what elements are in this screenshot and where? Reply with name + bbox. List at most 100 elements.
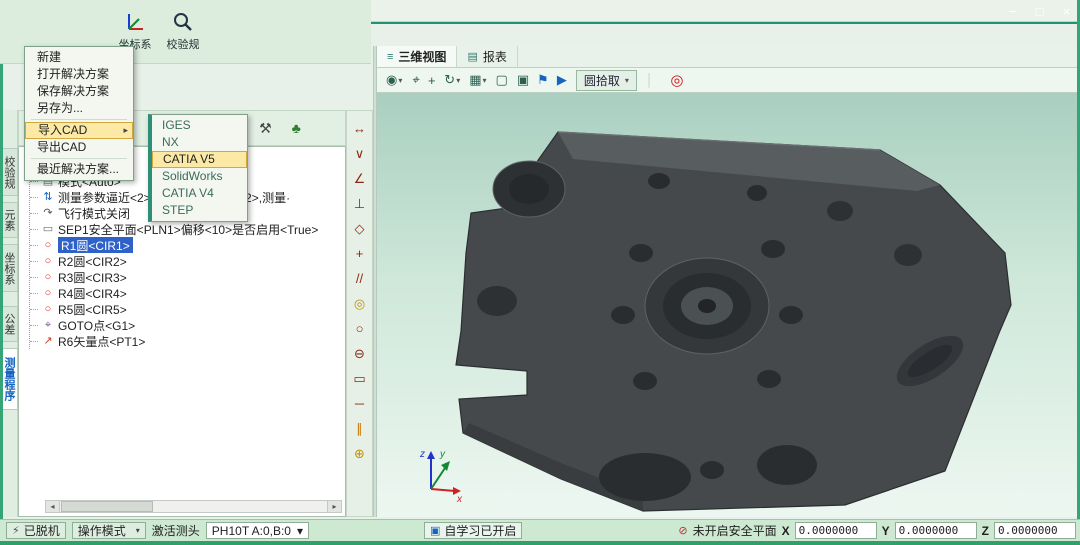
tree-item-circle-r5[interactable]: ○R5圆<CIR5> xyxy=(30,301,341,317)
close-button[interactable]: × xyxy=(1053,2,1080,22)
z-axis-label: Z xyxy=(982,524,989,538)
view-cube-icon[interactable]: ▦▾ xyxy=(469,72,486,88)
measure-intersection-icon[interactable]: + xyxy=(347,246,372,262)
menu-separator xyxy=(31,158,127,159)
submenu-item-iges[interactable]: IGES xyxy=(152,117,247,134)
submenu-item-label: SolidWorks xyxy=(162,169,222,183)
tab-gauge[interactable]: 校验规 xyxy=(3,148,18,196)
tab-report[interactable]: ▤ 报表 xyxy=(457,46,517,67)
y-axis-value: 0.0000000 xyxy=(895,522,977,539)
cad-part-model[interactable] xyxy=(377,93,1077,517)
measure-vertex-icon[interactable]: ∠ xyxy=(347,171,372,187)
dropdown-arrow-icon: ▾ xyxy=(297,524,303,538)
self-learn-icon: ▣ xyxy=(430,524,440,537)
menu-item-recent-solutions[interactable]: 最近解决方案... xyxy=(25,161,133,178)
menu-item-save-solution[interactable]: 保存解决方案 xyxy=(25,83,133,100)
tab-measure-program[interactable]: 测量程序 xyxy=(3,348,18,410)
axis-triad: z y x xyxy=(415,445,465,503)
flag-icon[interactable]: ⚑ xyxy=(538,72,548,88)
maximize-button[interactable]: □ xyxy=(1026,2,1053,22)
tree-item-circle-r2[interactable]: ○R2圆<CIR2> xyxy=(30,253,341,269)
view-mode-icon[interactable]: ◉▾ xyxy=(386,72,402,88)
submenu-item-catia-v4[interactable]: CATIA V4 xyxy=(152,185,247,202)
tree-item-circle-r3[interactable]: ○R3圆<CIR3> xyxy=(30,269,341,285)
hammer-icon[interactable]: ⚒ xyxy=(259,120,272,137)
3d-viewport[interactable]: z y x xyxy=(377,93,1077,517)
scroll-right-button[interactable]: ▸ xyxy=(327,501,341,512)
rotate-icon[interactable]: ↻▾ xyxy=(444,72,460,88)
circle-pick-button[interactable]: 圆拾取 ▾ xyxy=(576,70,637,91)
scroll-left-button[interactable]: ◂ xyxy=(46,501,60,512)
plane-icon: ▭ xyxy=(42,223,54,235)
measure-circle-line-icon[interactable]: ⊖ xyxy=(347,346,372,362)
tree-item-label: GOTO点<G1> xyxy=(58,317,135,333)
gauge-label: 校验规 xyxy=(167,39,200,51)
submenu-item-catia-v5[interactable]: CATIA V5 xyxy=(152,151,247,168)
run-icon[interactable]: ▶ xyxy=(557,72,567,88)
probe-target-icon[interactable]: ◎ xyxy=(670,71,683,89)
pan-icon[interactable]: + xyxy=(428,73,436,88)
dropdown-arrow-icon: ▾ xyxy=(398,76,402,85)
operation-mode-dropdown[interactable]: 操作模式 ▾ xyxy=(72,522,146,539)
tree-item-circle-r4[interactable]: ○R4圆<CIR4> xyxy=(30,285,341,301)
tree-item-circle-r1[interactable]: ○R1圆<CIR1> xyxy=(30,237,341,253)
measure-circle-icon[interactable]: ○ xyxy=(347,321,372,337)
tree-horizontal-scrollbar[interactable]: ◂ ▸ xyxy=(45,500,342,513)
measure-line-icon[interactable]: ─ xyxy=(347,396,372,412)
submenu-arrow-icon: ▸ xyxy=(123,123,128,138)
menu-item-new[interactable]: 新建 xyxy=(25,49,133,66)
measure-distance-icon[interactable]: ↔ xyxy=(347,121,372,137)
select-box-icon[interactable]: ▢ xyxy=(496,72,508,88)
operation-mode-label: 操作模式 xyxy=(78,522,126,539)
menu-item-open-solution[interactable]: 打开解决方案 xyxy=(25,66,133,83)
offline-icon: ⚡ xyxy=(12,524,20,537)
tree-item-vector-point[interactable]: ↗R6矢量点<PT1> xyxy=(30,333,341,349)
measure-angle-icon[interactable]: ∨ xyxy=(347,146,372,162)
tree-item-label: 飞行模式关闭 xyxy=(58,205,130,221)
menu-item-label: 导出CAD xyxy=(37,140,86,154)
fit-view-icon[interactable]: ⌖ xyxy=(411,72,418,88)
screen-icon[interactable]: ▣ xyxy=(517,72,529,88)
svg-text:x: x xyxy=(456,494,463,503)
tab-tolerance[interactable]: 公差 xyxy=(3,306,18,342)
tab-elements[interactable]: 元素 xyxy=(3,202,18,238)
tree-plant-icon[interactable]: ♣ xyxy=(292,120,301,136)
active-probe-dropdown[interactable]: PH10T A:0,B:0 ▾ xyxy=(206,522,309,539)
scrollbar-thumb[interactable] xyxy=(61,501,153,512)
measure-position-icon[interactable]: ⊕ xyxy=(347,446,372,462)
menu-item-export-cad[interactable]: 导出CAD xyxy=(25,139,133,156)
measure-parallel-lines-icon[interactable]: ∥ xyxy=(347,421,372,437)
tree-item-label: R4圆<CIR4> xyxy=(58,285,127,301)
safety-plane-label: 未开启安全平面 xyxy=(693,522,777,539)
submenu-item-solidworks[interactable]: SolidWorks xyxy=(152,168,247,185)
active-probe-label: 激活测头 xyxy=(152,522,200,539)
tree-item-label: R3圆<CIR3> xyxy=(58,269,127,285)
measure-perpendicular-icon[interactable]: ⊥ xyxy=(347,196,372,212)
menu-item-save-as[interactable]: 另存为... xyxy=(25,100,133,117)
submenu-item-step[interactable]: STEP xyxy=(152,202,247,219)
menu-item-label: 导入CAD xyxy=(38,123,87,137)
vector-point-icon: ↗ xyxy=(42,335,54,347)
measure-parallel-icon[interactable]: // xyxy=(347,271,372,287)
circle-pick-label: 圆拾取 xyxy=(584,72,620,89)
minimize-button[interactable]: − xyxy=(999,2,1026,22)
submenu-item-label: NX xyxy=(162,135,179,149)
y-axis-label: Y xyxy=(882,524,890,538)
measure-concentric-icon[interactable]: ◎ xyxy=(347,296,372,312)
magnifier-icon xyxy=(160,8,206,36)
x-axis-label: X xyxy=(782,524,790,538)
submenu-item-label: CATIA V5 xyxy=(163,152,215,166)
view-toolbar: ◉▾ ⌖ + ↻▾ ▦▾ ▢ ▣ ⚑ ▶ 圆拾取 ▾ │ ◎ xyxy=(377,68,1077,93)
menu-item-label: 新建 xyxy=(37,50,61,64)
tree-item-goto-point[interactable]: ⌖GOTO点<G1> xyxy=(30,317,341,333)
menu-item-import-cad[interactable]: 导入CAD ▸ xyxy=(25,122,133,139)
tab-3d-view[interactable]: ≡ 三维视图 xyxy=(377,46,457,67)
tree-item-safety-plane[interactable]: ▭SEP1安全平面<PLN1>偏移<10>是否启用<True> xyxy=(30,221,341,237)
x-axis-value: 0.0000000 xyxy=(795,522,877,539)
tab-coordinate-systems[interactable]: 坐标系 xyxy=(3,244,18,292)
submenu-item-nx[interactable]: NX xyxy=(152,134,247,151)
measure-slot-icon[interactable]: ▭ xyxy=(347,371,372,387)
self-learn-status[interactable]: ▣ 自学习已开启 xyxy=(424,522,522,539)
measure-symmetry-icon[interactable]: ◇ xyxy=(347,221,372,237)
gauge-button[interactable]: 校验规 xyxy=(160,8,206,52)
